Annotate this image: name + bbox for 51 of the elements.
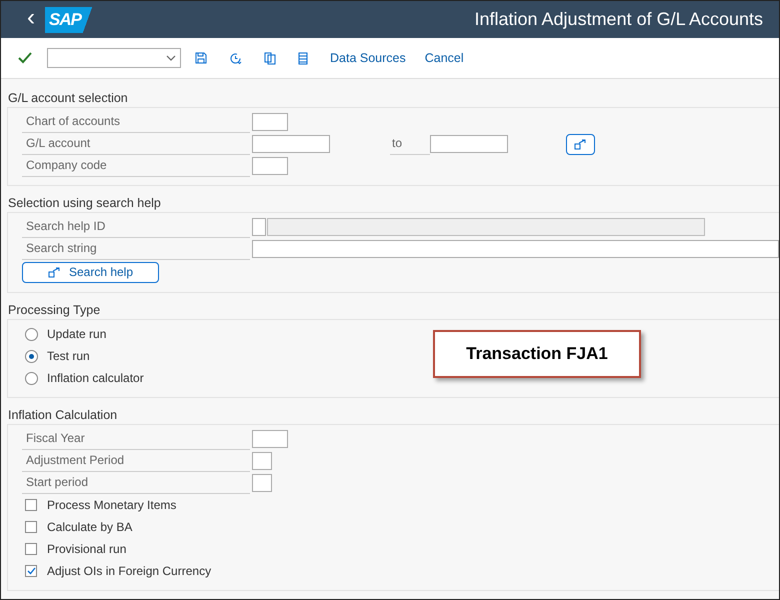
- checkbox[interactable]: [25, 565, 37, 577]
- option-label: Adjust OIs in Foreign Currency: [47, 564, 212, 578]
- list-icon[interactable]: [298, 52, 308, 64]
- checkbox[interactable]: [25, 521, 37, 533]
- radio-button[interactable]: [25, 328, 38, 340]
- input-field[interactable]: [252, 113, 288, 131]
- section-title: Inflation Calculation: [8, 408, 118, 422]
- checkbox[interactable]: [25, 499, 37, 511]
- input-field[interactable]: [252, 218, 266, 236]
- field-label: Company code: [22, 155, 250, 177]
- command-field[interactable]: [47, 48, 181, 68]
- option-label: Provisional run: [47, 542, 126, 556]
- copy-icon[interactable]: [264, 52, 276, 64]
- input-field[interactable]: [252, 452, 272, 470]
- field-label: Search string: [22, 238, 250, 260]
- option-label: Test run: [47, 349, 90, 363]
- input-field[interactable]: [252, 474, 272, 492]
- multiple-selection-button[interactable]: [566, 134, 595, 154]
- clock-icon[interactable]: [229, 52, 242, 64]
- arrow-out-icon: [574, 138, 588, 150]
- save-icon[interactable]: [195, 52, 207, 64]
- caret-icon: [166, 55, 176, 61]
- input-field[interactable]: [252, 240, 779, 258]
- field-label: Adjustment Period: [22, 450, 250, 472]
- option-label: Calculate by BA: [47, 520, 132, 534]
- section-title: G/L account selection: [8, 91, 129, 105]
- input-field[interactable]: [252, 430, 288, 448]
- input-field[interactable]: [430, 135, 508, 153]
- input-field[interactable]: [252, 157, 288, 175]
- arrow-out-icon: [48, 266, 62, 278]
- section-title: Processing Type: [8, 303, 102, 317]
- input-field[interactable]: [252, 135, 330, 153]
- search-help-button[interactable]: Search help: [22, 262, 159, 282]
- field-label: G/L account: [22, 133, 250, 155]
- option-label: Update run: [47, 327, 106, 341]
- back-button[interactable]: ‹: [1, 4, 45, 36]
- option-label: Inflation calculator: [47, 371, 144, 385]
- section-title: Selection using search help: [8, 196, 162, 210]
- field-label: Search help ID: [22, 216, 250, 238]
- field-label: Chart of accounts: [22, 111, 250, 133]
- callout-box: Transaction FJA1: [433, 330, 641, 378]
- checkbox[interactable]: [25, 543, 37, 555]
- toolbar-link[interactable]: Data Sources: [330, 51, 406, 65]
- radio-button[interactable]: [25, 372, 38, 384]
- field-label: Fiscal Year: [22, 428, 250, 450]
- option-label: Process Monetary Items: [47, 498, 176, 512]
- toolbar-link[interactable]: Cancel: [424, 51, 464, 65]
- radio-button[interactable]: [25, 350, 38, 362]
- checkmark-icon[interactable]: [18, 52, 32, 64]
- window-title: Inflation Adjustment of G/L Accounts: [474, 9, 764, 30]
- field-label: Start period: [22, 472, 250, 494]
